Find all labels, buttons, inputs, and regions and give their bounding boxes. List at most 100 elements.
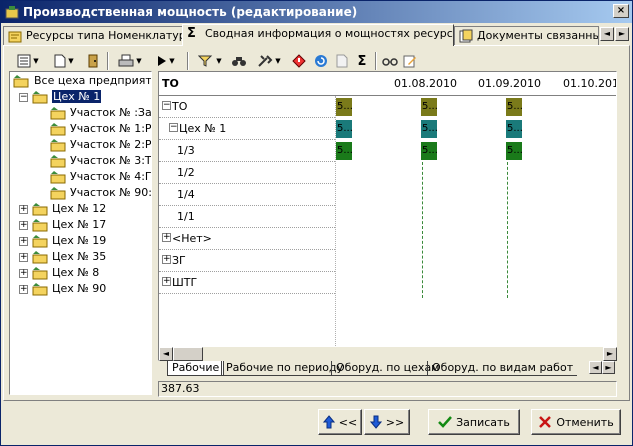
grid-column-header: ТО [162, 77, 179, 90]
capacity-bar[interactable]: 5... [421, 98, 437, 116]
collapse-toggle[interactable]: − [19, 93, 28, 102]
next-button[interactable]: >> [364, 409, 410, 435]
exit-button[interactable] [83, 51, 103, 71]
expand-toggle[interactable]: + [162, 277, 171, 286]
capacity-bar[interactable]: 5... [336, 142, 352, 160]
capacity-bar[interactable]: 5... [336, 120, 352, 138]
expand-toggle[interactable]: + [19, 205, 28, 214]
window-title: Производственная мощность (редактировани… [23, 5, 358, 19]
expand-toggle[interactable]: + [19, 285, 28, 294]
folder-icon [32, 91, 48, 104]
folder-icon [50, 155, 66, 168]
document-menu-button[interactable]: ▼ [49, 51, 79, 71]
sheet-scroll-left[interactable]: ◄ [589, 361, 602, 374]
expand-toggle[interactable]: + [19, 269, 28, 278]
tree-item-section[interactable]: Участок № 3:Т [70, 153, 151, 169]
folder-icon [50, 171, 66, 184]
expand-toggle[interactable]: + [19, 253, 28, 262]
capacity-bar[interactable]: 5... [336, 98, 352, 116]
tab-summary[interactable]: Σ Сводная информация о мощностях ресурсо… [182, 24, 454, 46]
collapse-toggle[interactable]: − [162, 101, 171, 110]
sheet-tab-workers-period[interactable]: Рабочие по периоду [221, 361, 348, 376]
capacity-bar[interactable]: 5... [506, 98, 522, 116]
grid-row[interactable]: 1/4 [159, 184, 335, 206]
tree-item-section[interactable]: Участок № 4:Г [70, 169, 151, 185]
capacity-bar[interactable]: 5... [421, 142, 437, 160]
new-page-button[interactable] [333, 51, 351, 71]
printer-icon [118, 54, 134, 67]
folder-icon [32, 267, 48, 280]
tab-scroll-left[interactable]: ◄ [600, 27, 614, 41]
tree-item-department[interactable]: Цех № 17 [52, 217, 106, 233]
prev-button[interactable]: << [318, 409, 362, 435]
tree-item-section[interactable]: Участок № 2:Р [70, 137, 151, 153]
scroll-left-button[interactable]: ◄ [159, 347, 173, 361]
expand-toggle[interactable]: + [19, 237, 28, 246]
page-icon [336, 54, 348, 68]
preview-button[interactable] [381, 51, 399, 71]
play-button[interactable]: ▼ [151, 51, 181, 71]
grid-row[interactable]: − ТО [159, 96, 335, 118]
tab-scroll-right[interactable]: ► [615, 27, 629, 41]
timeline-marker [422, 162, 423, 298]
cancel-button[interactable]: Отменить [531, 409, 621, 435]
grid-row[interactable]: 1/3 [159, 140, 335, 162]
chevron-down-icon: ▼ [33, 57, 39, 65]
refresh-button[interactable] [311, 51, 331, 71]
grid-row[interactable]: − Цех № 1 [159, 118, 335, 140]
tab-resources[interactable]: Ресурсы типа Номенклатура [3, 26, 183, 46]
tree-item-section[interactable]: Участок № :Заг [70, 105, 151, 121]
capacity-bar[interactable]: 5... [506, 120, 522, 138]
save-button[interactable]: Записать [428, 409, 520, 435]
collapse-toggle[interactable]: − [169, 123, 178, 132]
tree-item-department[interactable]: Цех № 35 [52, 249, 106, 265]
sheet-tab-equipment-work[interactable]: Оборуд. по видам работ [427, 361, 578, 376]
grid-row-label: 1/3 [177, 144, 195, 157]
grid-row[interactable]: 1/1 [159, 206, 335, 228]
sheet-scroll-right[interactable]: ► [602, 361, 615, 374]
tree-item-department[interactable]: Цех № 8 [52, 265, 99, 281]
tree-item-selected[interactable]: Цех № 1 [52, 89, 102, 105]
grid-row[interactable]: + ШТГ [159, 272, 335, 294]
horizontal-scrollbar[interactable]: ◄ ► [159, 347, 617, 361]
tree-item-section[interactable]: Участок № 90: [70, 185, 151, 201]
document-icon [54, 54, 66, 68]
main-window: Производственная мощность (редактировани… [0, 0, 633, 446]
info-button[interactable] [289, 51, 309, 71]
scroll-right-button[interactable]: ► [603, 347, 617, 361]
edit-button[interactable] [401, 51, 419, 71]
tools-button[interactable]: ▼ [253, 51, 285, 71]
expand-toggle[interactable]: + [162, 233, 171, 242]
tree-root[interactable]: Все цеха предприятия [34, 73, 151, 89]
expand-toggle[interactable]: + [19, 221, 28, 230]
tab-documents[interactable]: Документы связанные [454, 26, 599, 46]
door-icon [88, 54, 98, 68]
capacity-bar[interactable]: 5... [506, 142, 522, 160]
chevron-down-icon: ▼ [136, 57, 142, 65]
grid-header: ТО 01.08.2010 01.09.2010 01.10.2010 [159, 72, 616, 96]
capacity-bar[interactable]: 5... [421, 120, 437, 138]
tree-item-department[interactable]: Цех № 90 [52, 281, 106, 297]
grid-row[interactable]: + ЗГ [159, 250, 335, 272]
expand-toggle[interactable]: + [162, 255, 171, 264]
scroll-thumb[interactable] [173, 347, 203, 361]
sheet-tab-workers[interactable]: Рабочие [167, 361, 225, 376]
tree-item-department[interactable]: Цех № 12 [52, 201, 106, 217]
list-icon [17, 54, 31, 68]
filter-button[interactable]: ▼ [193, 51, 227, 71]
grid-row[interactable]: 1/2 [159, 162, 335, 184]
grid-row[interactable]: + <Нет> [159, 228, 335, 250]
print-button[interactable]: ▼ [113, 51, 147, 71]
grid-row-label: <Нет> [172, 232, 212, 245]
save-label: Записать [456, 415, 510, 429]
view-menu-button[interactable]: ▼ [11, 51, 45, 71]
find-button[interactable] [229, 51, 249, 71]
close-button[interactable]: × [613, 4, 629, 18]
documents-icon [459, 29, 473, 43]
tree-item-department[interactable]: Цех № 19 [52, 233, 106, 249]
sum-button[interactable]: Σ [353, 51, 371, 71]
edit-icon [403, 55, 416, 68]
tab-documents-label: Документы связанные [477, 29, 599, 42]
tree-item-section[interactable]: Участок № 1:Р [70, 121, 151, 137]
grid-row-label: ЗГ [172, 254, 186, 267]
